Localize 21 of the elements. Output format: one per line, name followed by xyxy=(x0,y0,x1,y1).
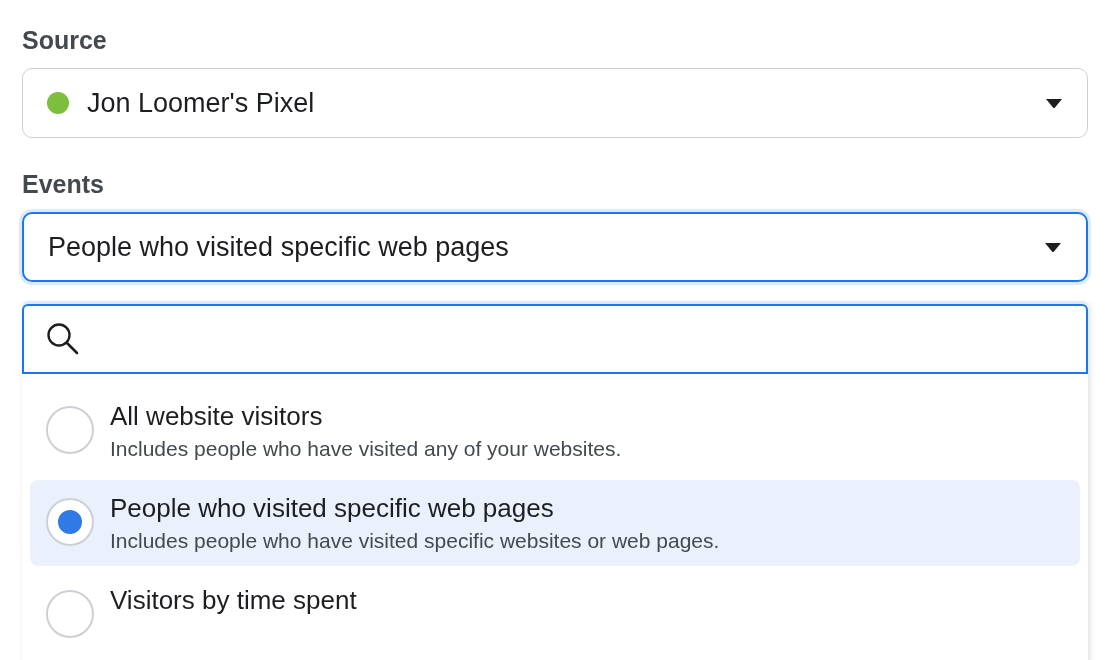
option-description: Includes people who have visited any of your websites. xyxy=(110,436,622,462)
events-dropdown[interactable]: People who visited specific web pages xyxy=(22,212,1088,282)
radio-button[interactable] xyxy=(46,590,94,638)
option-description: Includes people who have visited specific websites or web pages. xyxy=(110,528,720,554)
option-title: All website visitors xyxy=(110,400,324,433)
radio-button[interactable] xyxy=(46,498,94,546)
option-title: People who visited specific web pages xyxy=(110,492,555,525)
option-item[interactable]: All website visitors Includes people who have visited any of your websites. xyxy=(30,388,1080,474)
option-item[interactable]: People who visited specific web pages Includes people who have visited specific websites or web pages. xyxy=(30,480,1080,566)
option-item[interactable]: Visitors by time spent xyxy=(30,572,1080,648)
caret-icon xyxy=(1045,97,1063,109)
option-title: Visitors by time spent xyxy=(110,584,357,617)
search-field[interactable] xyxy=(22,304,1088,374)
source-dropdown[interactable]: Jon Loomer's Pixel xyxy=(22,68,1088,138)
field-label: Events xyxy=(22,169,105,200)
caret-icon xyxy=(1044,241,1062,253)
radio-button[interactable] xyxy=(46,406,94,454)
search-icon xyxy=(46,322,80,356)
dropdown-value: People who visited specific web pages xyxy=(48,230,510,264)
dropdown-value: Jon Loomer's Pixel xyxy=(87,86,316,120)
field-label: Source xyxy=(22,25,108,56)
